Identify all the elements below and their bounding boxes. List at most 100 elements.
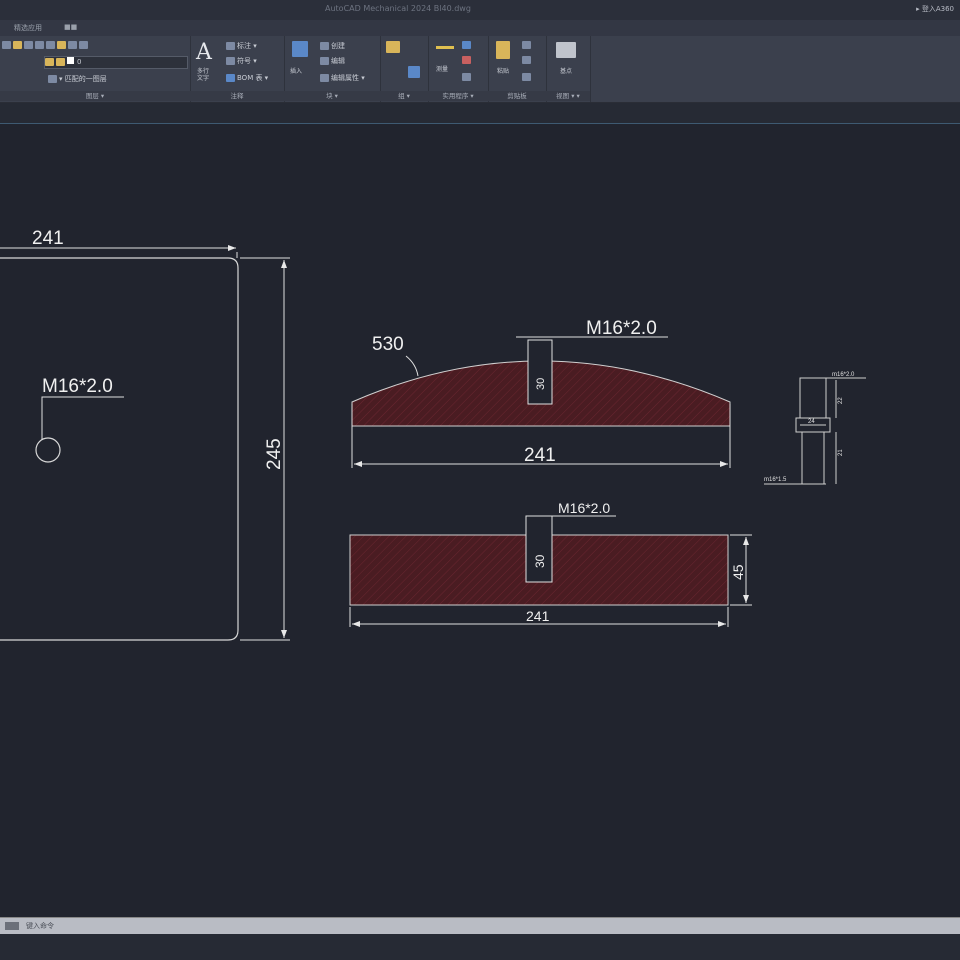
bom-icon	[226, 74, 235, 82]
attr-icon	[320, 74, 329, 82]
clip-extra-button[interactable]	[522, 73, 533, 81]
group-select-button[interactable]	[408, 66, 422, 78]
measure-label: 测量	[436, 66, 449, 73]
arc-part-width: 241	[524, 445, 556, 466]
ribbon: 0 ▾ 匹配的一图层 图层 ▾ A 多行 文字 标注 ▾ 符号 ▾ BOM 表 …	[0, 36, 960, 103]
arc-part-hole-label: M16*2.0	[586, 318, 657, 339]
insert-button[interactable]	[292, 41, 310, 57]
layer-match-button[interactable]: ▾ 匹配的一图层	[48, 74, 107, 84]
plate-hole-leader	[41, 396, 124, 440]
dimension-label: 标注 ▾	[237, 42, 257, 50]
color-swatch	[67, 57, 74, 64]
arc-part-thread[interactable]	[527, 339, 553, 405]
magnet-icon	[462, 56, 471, 64]
command-input[interactable]: 键入命令	[26, 921, 54, 931]
copy-button[interactable]	[522, 41, 533, 49]
detail-bot-label: m16*1.5	[764, 477, 787, 483]
flat-part-view[interactable]: 30 M16*2.0 45 241	[349, 500, 752, 627]
view-panel-label: 视图 ▾ ▾	[546, 91, 590, 101]
layer-dropdown[interactable]: 0	[44, 56, 188, 69]
layer-value: 0	[77, 58, 82, 66]
tab-featured-apps[interactable]: 精选应用	[14, 23, 42, 33]
detail-top-label: m16*2.0	[832, 372, 855, 378]
edit-block-button[interactable]: 编辑	[320, 56, 345, 66]
plate-hole-label: M16*2.0	[42, 376, 113, 397]
copy-icon	[522, 41, 531, 49]
plate-hole[interactable]	[35, 437, 61, 463]
bolt-head[interactable]	[799, 377, 827, 419]
paste-icon	[496, 41, 510, 59]
bom-label: BOM 表 ▾	[237, 74, 269, 82]
group-panel-label: 组 ▾	[380, 91, 428, 101]
create-label: 创建	[331, 42, 345, 50]
title-bar: AutoCAD Mechanical 2024 Bl40.dwg ▸ 登入A36…	[0, 0, 960, 21]
window-title: AutoCAD Mechanical 2024 Bl40.dwg	[325, 4, 471, 13]
plate-view[interactable]: 241 245 M16*2.0	[0, 228, 290, 641]
command-icon[interactable]	[5, 922, 19, 930]
bolt-shank[interactable]	[801, 431, 825, 485]
sign-in-link[interactable]: ▸ 登入A360	[916, 4, 954, 14]
symbol-button[interactable]: 符号 ▾	[226, 56, 257, 66]
ribbon-tab-row: 精选应用 ■■	[0, 20, 960, 36]
bolt-detail-view[interactable]: m16*2.0 22 24 21 m16*1.5	[764, 372, 866, 485]
insert-label: 插入	[290, 68, 303, 75]
utilities-panel: 测量 实用程序 ▾	[428, 36, 489, 102]
plate-width-dim: 241	[32, 228, 64, 249]
arc-leader	[405, 355, 419, 377]
dimension-icon	[226, 42, 235, 50]
detail-dim-a: 24	[808, 419, 815, 425]
edit-label: 编辑	[331, 57, 345, 65]
layer-tools-row1[interactable]	[2, 41, 90, 49]
freeze-icon	[35, 41, 44, 49]
layer-icon	[2, 41, 11, 49]
calc-icon	[462, 73, 471, 81]
quickcalc-button[interactable]	[462, 73, 473, 81]
command-line[interactable]: 键入命令	[0, 917, 960, 934]
flat-part-width: 241	[526, 608, 550, 624]
measure-icon[interactable]	[436, 46, 454, 49]
clip-extra-icon	[522, 73, 531, 81]
flat-part-height: 45	[730, 564, 746, 580]
arc-part-arc-dim: 530	[372, 334, 404, 355]
layer-match-label: ▾ 匹配的一图层	[59, 75, 107, 83]
drawing-canvas[interactable]: 241 245 M16*2.0 30 M16*2.0 530 241 30 M1…	[0, 124, 960, 916]
block-panel: 插入 创建 编辑 编辑属性 ▾ 块 ▾	[284, 36, 381, 102]
bom-button[interactable]: BOM 表 ▾	[226, 73, 268, 83]
edit-icon	[320, 57, 329, 65]
detail-dim-c: 21	[838, 449, 844, 456]
clipboard-panel: 粘贴 剪贴板	[488, 36, 547, 102]
block-panel-label: 块 ▾	[284, 91, 380, 101]
layer-state-icon	[68, 41, 77, 49]
group-button[interactable]	[386, 41, 402, 53]
cut-button[interactable]	[522, 56, 533, 64]
magnet-button[interactable]	[462, 56, 473, 64]
isolate-icon	[24, 41, 33, 49]
annotation-panel-label: 注释	[190, 91, 284, 101]
paste-button[interactable]	[496, 41, 512, 59]
edit-attr-button[interactable]: 编辑属性 ▾	[320, 73, 365, 83]
create-block-button[interactable]: 创建	[320, 41, 345, 51]
flat-part-thread[interactable]	[525, 515, 553, 583]
base-point-button[interactable]	[556, 42, 578, 58]
bulb-icon	[45, 58, 54, 66]
flat-part-depth: 30	[533, 554, 547, 568]
arc-part-depth: 30	[535, 378, 547, 390]
sun-icon	[56, 58, 65, 66]
group-select-icon	[408, 66, 420, 78]
status-bar	[0, 934, 960, 960]
cad-drawing[interactable]: 241 245 M16*2.0 30 M16*2.0 530 241 30 M1…	[0, 124, 960, 916]
view-panel: 基点 视图 ▾ ▾	[546, 36, 591, 102]
paste-label: 粘贴	[497, 68, 510, 75]
clipboard-panel-label: 剪贴板	[488, 91, 546, 101]
mtext-label[interactable]: 多行 文字	[197, 68, 209, 82]
dimension-button[interactable]: 标注 ▾	[226, 41, 257, 51]
cube-button[interactable]	[462, 41, 473, 49]
text-a-icon[interactable]: A	[196, 40, 212, 65]
tab-extra[interactable]: ■■	[64, 23, 77, 31]
edit-attr-label: 编辑属性 ▾	[331, 74, 365, 82]
flat-part-hole-label: M16*2.0	[558, 500, 610, 516]
symbol-icon	[226, 57, 235, 65]
arc-part-view[interactable]: 30 M16*2.0 530 241	[351, 318, 731, 468]
annotation-panel: A 多行 文字 标注 ▾ 符号 ▾ BOM 表 ▾ 注释	[190, 36, 285, 102]
create-icon	[320, 42, 329, 50]
